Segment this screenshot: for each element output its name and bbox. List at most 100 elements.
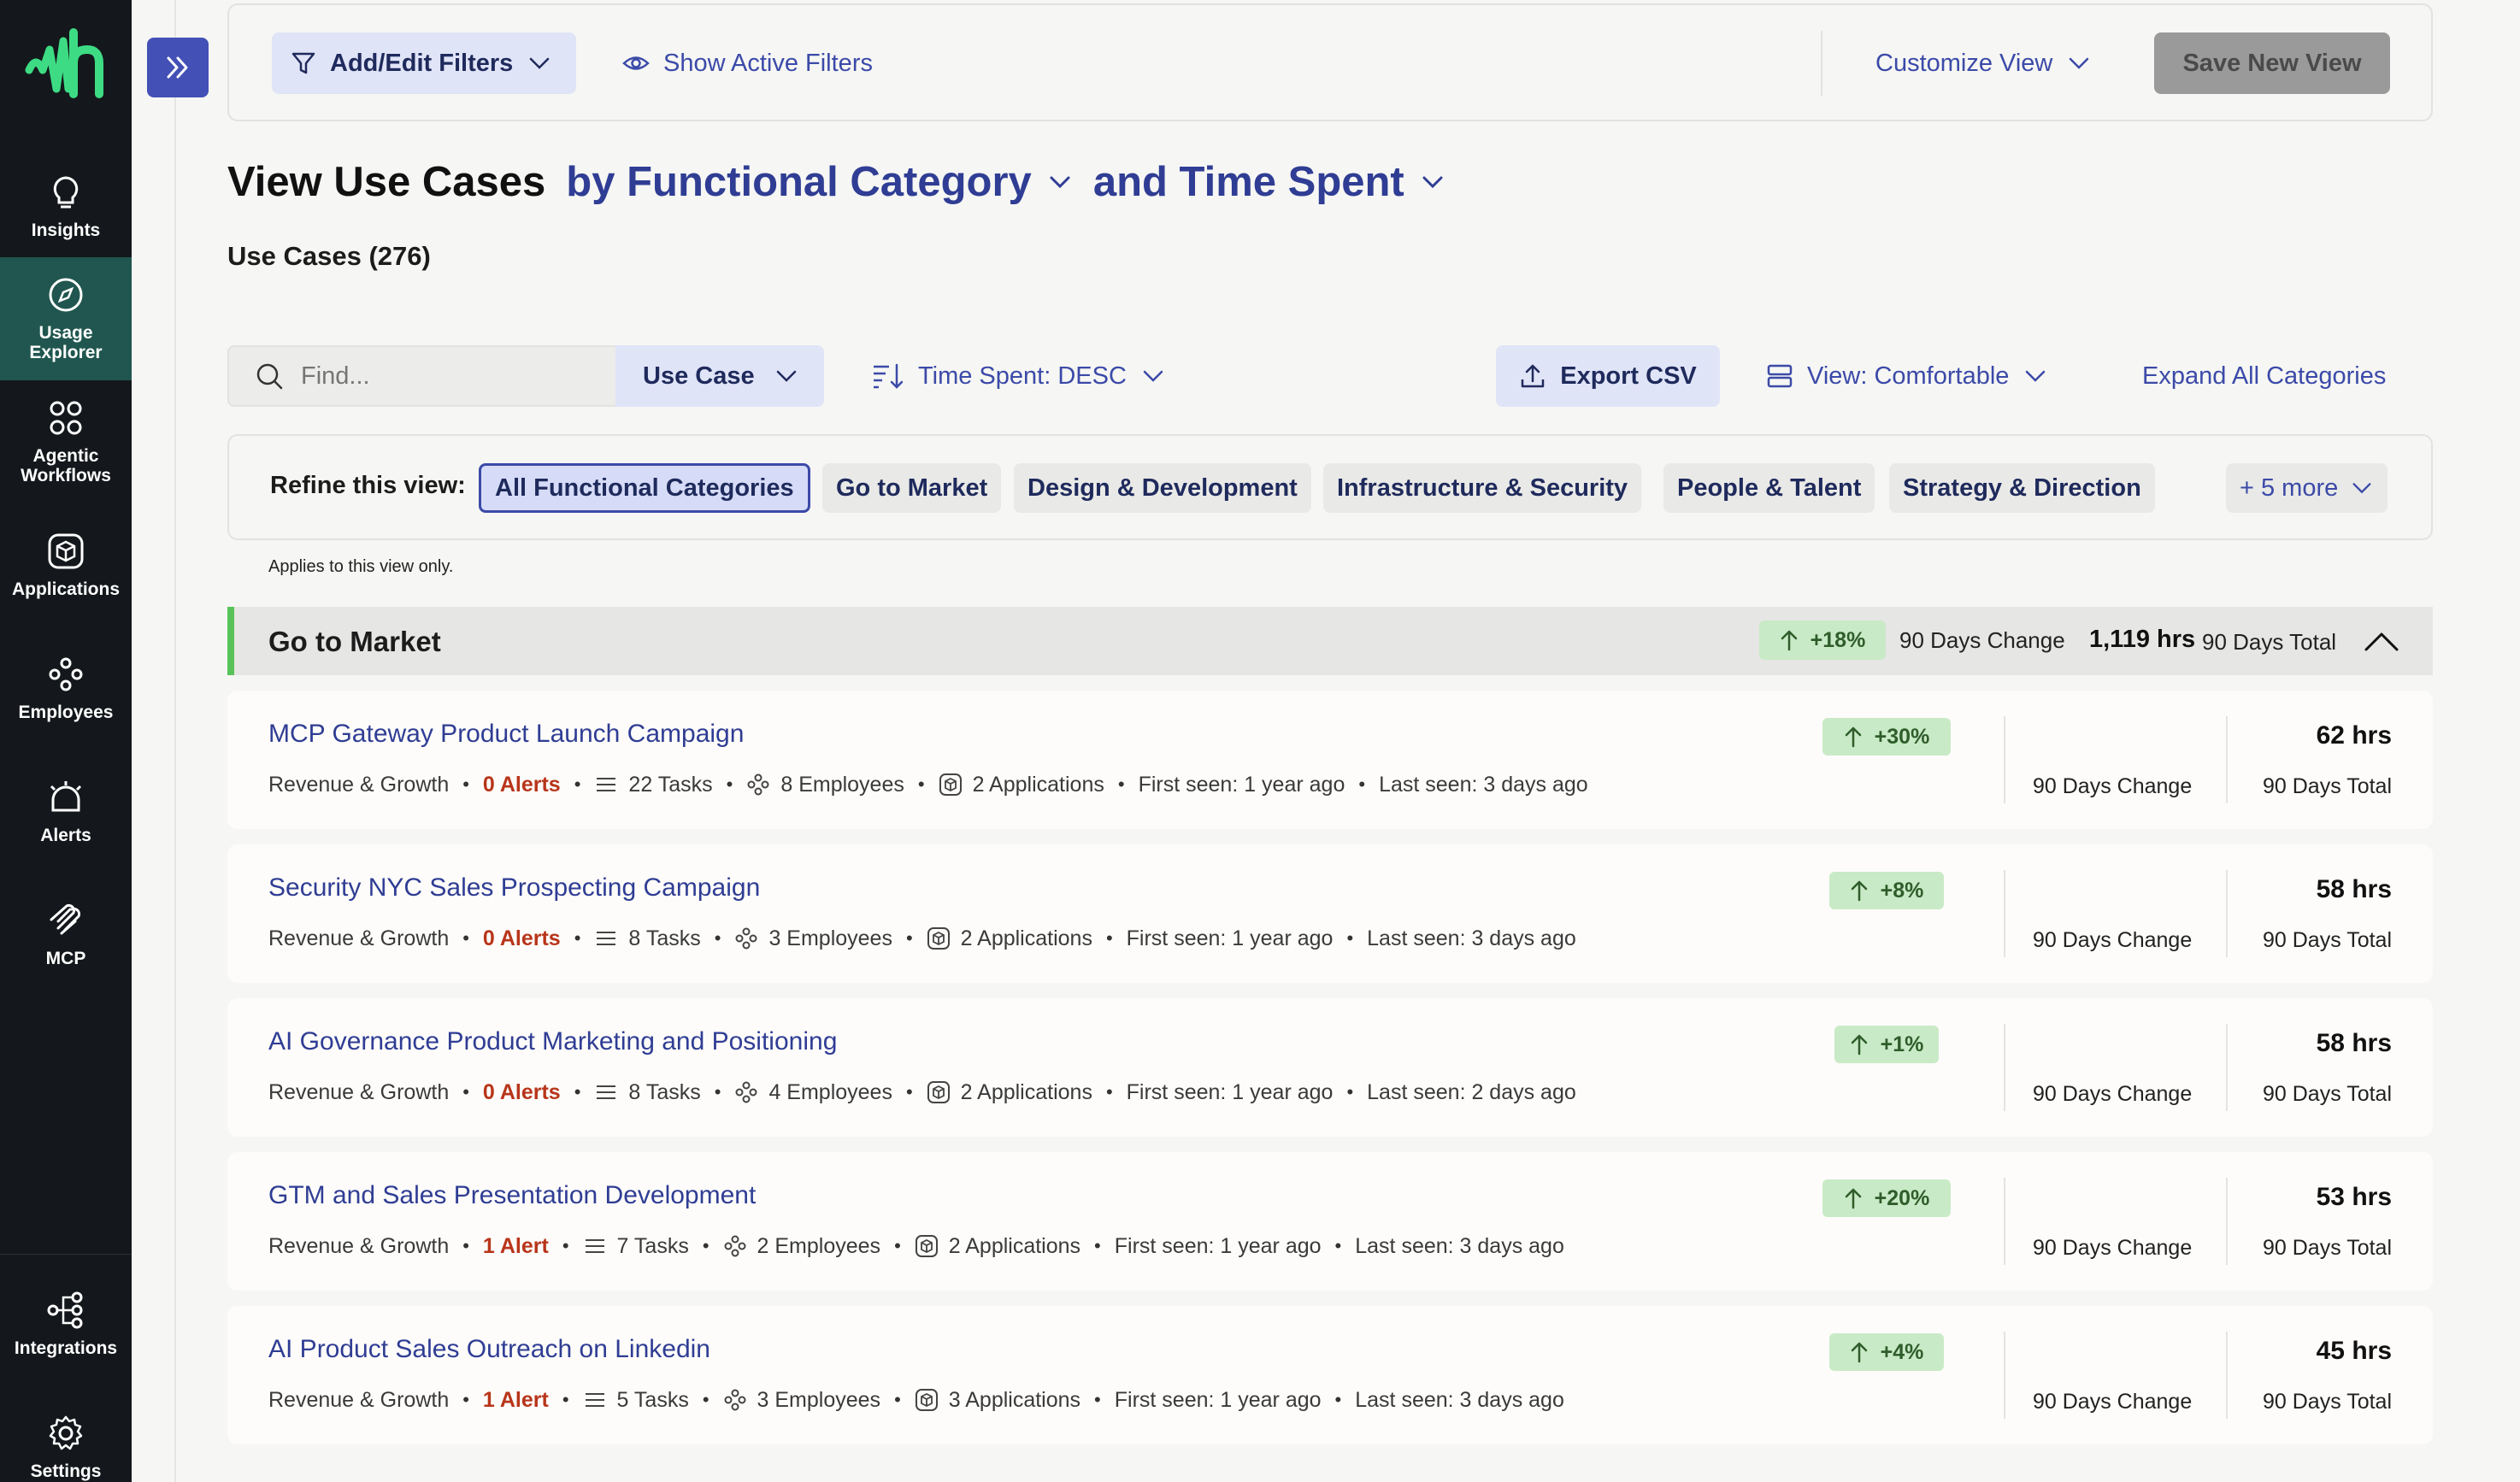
change-value: +8%	[1880, 878, 1924, 903]
use-case-row[interactable]: Security NYC Sales Prospecting Campaign …	[227, 844, 2433, 983]
customize-view-dropdown[interactable]: Customize View	[1875, 32, 2092, 94]
use-case-title[interactable]: AI Governance Product Marketing and Posi…	[268, 1027, 837, 1056]
lightbulb-icon	[53, 175, 79, 208]
nav-item-applications[interactable]: Applications	[0, 518, 132, 612]
nav-label: Applications	[11, 579, 120, 599]
chevron-down-icon	[1143, 370, 1163, 382]
nav-item-employees[interactable]: Employees	[0, 641, 132, 735]
total-label: 90 Days Total	[2262, 1236, 2392, 1260]
chevron-up-icon[interactable]	[2363, 626, 2400, 656]
separator-dot: •	[714, 927, 721, 949]
cube-icon	[915, 1235, 938, 1257]
expand-all-categories-link[interactable]: Expand All Categories	[2142, 345, 2386, 407]
nav-item-integrations[interactable]: Integrations	[0, 1277, 132, 1371]
layout-rows-icon	[1767, 364, 1793, 388]
nav-item-agentic-workflows[interactable]: Agentic Workflows	[0, 386, 132, 497]
use-case-row[interactable]: AI Governance Product Marketing and Posi…	[227, 998, 2433, 1137]
chip-go-to-market[interactable]: Go to Market	[822, 463, 1002, 513]
category-header[interactable]: Go to Market +18% 90 Days Change 1,119 h…	[227, 607, 2433, 675]
view-mode-label: View: Comfortable	[1807, 362, 2010, 390]
last-seen: Last seen: 2 days ago	[1367, 1079, 1576, 1104]
row-divider	[2226, 716, 2228, 803]
list-icon	[585, 1239, 604, 1253]
category-name: Go to Market	[268, 626, 441, 657]
applications-count: 3 Applications	[948, 1387, 1081, 1412]
nav-item-usage-explorer[interactable]: Usage Explorer	[0, 257, 132, 380]
separator-dot: •	[905, 927, 913, 949]
alerts-count[interactable]: 1 Alert	[483, 1388, 549, 1413]
view-mode-dropdown[interactable]: View: Comfortable	[1766, 345, 2048, 407]
nav-item-alerts[interactable]: Alerts	[0, 764, 132, 858]
category-change-label: 90 Days Change	[1899, 627, 2065, 653]
use-case-row[interactable]: GTM and Sales Presentation Development R…	[227, 1152, 2433, 1291]
show-active-filters-label: Show Active Filters	[663, 49, 873, 77]
chip-design-development[interactable]: Design & Development	[1014, 463, 1311, 513]
alerts-count[interactable]: 1 Alert	[483, 1234, 549, 1259]
add-edit-filters-button[interactable]: Add/Edit Filters	[272, 32, 576, 94]
department: Revenue & Growth	[268, 926, 450, 950]
use-case-row[interactable]: AI Product Sales Outreach on Linkedin Re…	[227, 1306, 2433, 1444]
use-case-meta: Revenue & Growth • 1 Alert • 7 Tasks • 2…	[268, 1232, 1564, 1260]
search-input[interactable]	[301, 362, 592, 391]
separator-dot: •	[1094, 1235, 1101, 1256]
eye-icon	[622, 56, 650, 70]
total-hours: 45 hrs	[2316, 1337, 2392, 1365]
separator-dot: •	[1334, 1235, 1342, 1256]
chip-all-functional-categories[interactable]: All Functional Categories	[479, 463, 810, 513]
chip-people-talent[interactable]: People & Talent	[1663, 463, 1875, 513]
last-seen: Last seen: 3 days ago	[1367, 926, 1576, 950]
use-case-title[interactable]: Security NYC Sales Prospecting Campaign	[268, 873, 760, 903]
use-case-row[interactable]: MCP Gateway Product Launch Campaign Reve…	[227, 691, 2433, 829]
export-csv-button[interactable]: Export CSV	[1496, 345, 1720, 407]
applications-count: 2 Applications	[960, 1079, 1092, 1104]
cube-icon	[927, 927, 950, 950]
sidebar-nav: Insights Usage Explorer Agentic Workflow…	[0, 0, 132, 1482]
separator-dot: •	[462, 1389, 469, 1410]
nav-item-insights[interactable]: Insights	[0, 154, 132, 258]
alerts-count[interactable]: 0 Alerts	[483, 926, 561, 951]
nav-item-mcp[interactable]: MCP	[0, 887, 132, 981]
metric-dropdown[interactable]: and Time Spent	[1093, 158, 1445, 206]
search-field-select[interactable]: Use Case	[615, 345, 824, 407]
change-badge: +20%	[1822, 1179, 1951, 1217]
cube-icon	[927, 1081, 950, 1103]
bell-icon	[50, 780, 82, 811]
department: Revenue & Growth	[268, 1233, 450, 1258]
expand-sidebar-button[interactable]	[147, 38, 209, 97]
save-new-view-button[interactable]: Save New View	[2154, 32, 2390, 94]
chip-strategy-direction[interactable]: Strategy & Direction	[1889, 463, 2155, 513]
first-seen: First seen: 1 year ago	[1114, 1233, 1322, 1258]
alerts-count[interactable]: 0 Alerts	[483, 1080, 561, 1105]
department: Revenue & Growth	[268, 1079, 450, 1104]
app-logo-icon[interactable]	[24, 26, 109, 103]
filter-bar: Add/Edit Filters Show Active Filters Cus…	[227, 3, 2433, 121]
separator-dot: •	[462, 1081, 469, 1103]
sort-label: Time Spent: DESC	[918, 362, 1127, 390]
arrow-up-icon	[1781, 630, 1797, 651]
use-case-meta: Revenue & Growth • 0 Alerts • 22 Tasks •…	[268, 771, 1588, 798]
employees-count: 8 Employees	[780, 772, 904, 797]
nav-item-settings[interactable]: Settings	[0, 1400, 132, 1482]
row-divider	[2226, 1024, 2228, 1111]
use-case-title[interactable]: AI Product Sales Outreach on Linkedin	[268, 1335, 710, 1364]
use-case-title[interactable]: GTM and Sales Presentation Development	[268, 1181, 756, 1210]
change-value: +30%	[1874, 724, 1930, 749]
search-field-label: Use Case	[643, 362, 755, 390]
change-label: 90 Days Change	[2033, 1390, 2193, 1414]
show-active-filters-link[interactable]: Show Active Filters	[622, 32, 873, 94]
sort-dropdown[interactable]: Time Spent: DESC	[870, 345, 1166, 407]
separator-dot: •	[462, 1235, 469, 1256]
metric-label: and Time Spent	[1092, 159, 1404, 205]
row-divider	[2004, 1024, 2005, 1111]
employees-icon	[724, 1235, 746, 1257]
group-by-dropdown[interactable]: by Functional Category	[566, 158, 1073, 206]
total-label: 90 Days Total	[2262, 928, 2392, 952]
chip-infrastructure-security[interactable]: Infrastructure & Security	[1323, 463, 1642, 513]
alerts-count[interactable]: 0 Alerts	[483, 773, 561, 797]
use-case-title[interactable]: MCP Gateway Product Launch Campaign	[268, 720, 744, 749]
list-icon	[597, 778, 616, 791]
total-hours: 62 hrs	[2316, 721, 2392, 750]
nav-label: Settings	[30, 1461, 102, 1481]
refine-label: Refine this view:	[270, 472, 466, 499]
more-categories-dropdown[interactable]: + 5 more	[2226, 463, 2388, 513]
